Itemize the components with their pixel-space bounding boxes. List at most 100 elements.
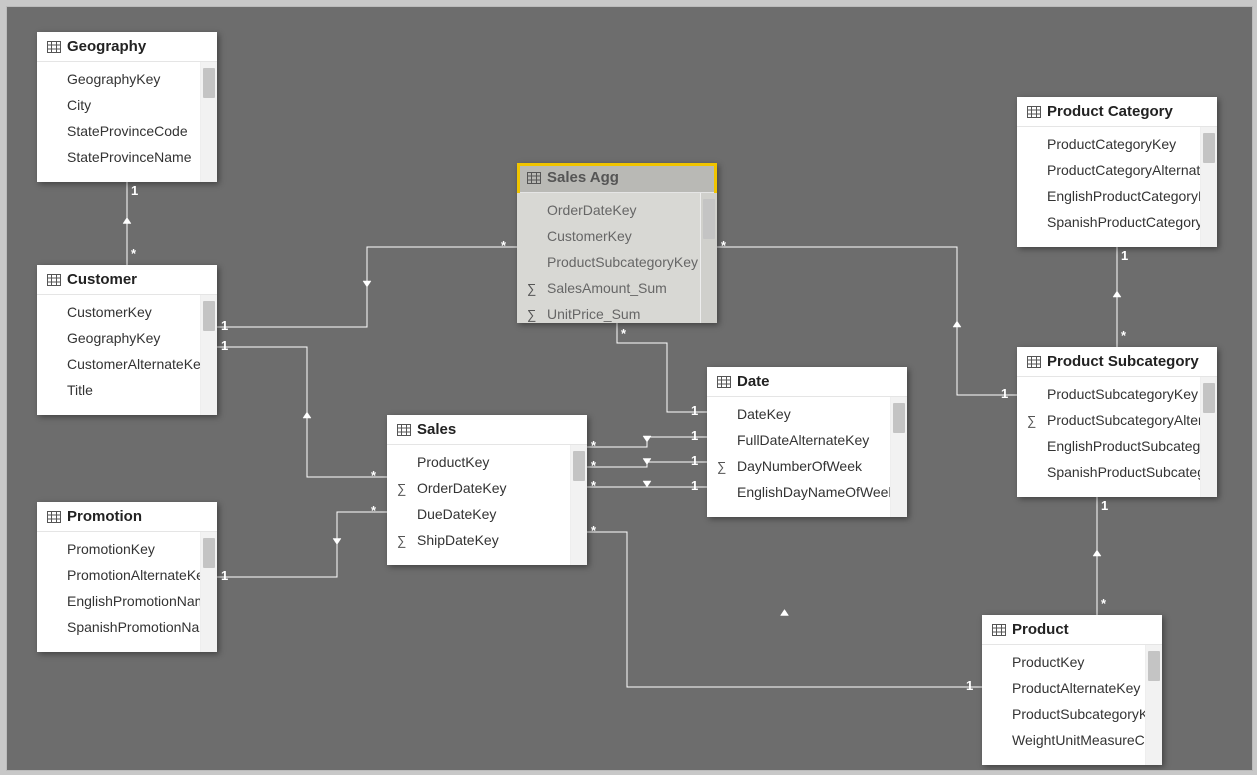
field-item[interactable]: ProductSubcategoryKey bbox=[982, 701, 1145, 727]
table-promotion[interactable]: Promotion PromotionKeyPromotionAlternateK… bbox=[37, 502, 217, 652]
field-item[interactable]: EnglishDayNameOfWeek bbox=[707, 479, 890, 505]
cardinality-label: 1 bbox=[691, 428, 698, 443]
field-item[interactable]: ProductKey bbox=[982, 649, 1145, 675]
scrollbar-thumb[interactable] bbox=[1203, 133, 1215, 163]
table-header[interactable]: Promotion bbox=[37, 502, 217, 532]
table-productSubcategory[interactable]: Product Subcategory ProductSubcategoryKey… bbox=[1017, 347, 1217, 497]
field-item[interactable]: GeographyKey bbox=[37, 66, 200, 92]
scrollbar-thumb[interactable] bbox=[203, 68, 215, 98]
field-item[interactable]: FullDateAlternateKey bbox=[707, 427, 890, 453]
field-label: ProductSubcategoryKey bbox=[547, 254, 698, 270]
scrollbar-thumb[interactable] bbox=[1148, 651, 1160, 681]
sigma-icon: ∑ bbox=[717, 459, 726, 474]
field-item[interactable]: ∑UnitPrice_Sum bbox=[517, 301, 700, 323]
field-label: ProductAlternateKey bbox=[1012, 680, 1140, 696]
table-title: Promotion bbox=[67, 508, 142, 525]
cardinality-label: 1 bbox=[131, 183, 138, 198]
field-item[interactable]: City bbox=[37, 92, 200, 118]
cardinality-label: * bbox=[371, 503, 376, 518]
scrollbar-thumb[interactable] bbox=[203, 301, 215, 331]
scrollbar-thumb[interactable] bbox=[573, 451, 585, 481]
field-item[interactable]: ∑ProductSubcategoryAlternateKey bbox=[1017, 407, 1200, 433]
cardinality-label: * bbox=[1101, 596, 1106, 611]
scrollbar[interactable] bbox=[700, 193, 717, 323]
field-item[interactable]: SpanishProductCategoryName bbox=[1017, 209, 1200, 235]
table-date[interactable]: Date DateKeyFullDateAlternateKey∑DayNumbe… bbox=[707, 367, 907, 517]
field-item[interactable]: ProductSubcategoryKey bbox=[1017, 381, 1200, 407]
table-header[interactable]: Product bbox=[982, 615, 1162, 645]
field-item[interactable]: ProductSubcategoryKey bbox=[517, 249, 700, 275]
cardinality-label: * bbox=[591, 438, 596, 453]
field-item[interactable]: EnglishProductCategoryName bbox=[1017, 183, 1200, 209]
field-item[interactable]: WeightUnitMeasureCode bbox=[982, 727, 1145, 753]
table-header[interactable]: Sales bbox=[387, 415, 587, 445]
field-item[interactable]: EnglishPromotionName bbox=[37, 588, 200, 614]
field-item[interactable]: SpanishProductSubcategoryName bbox=[1017, 459, 1200, 485]
table-icon bbox=[47, 41, 61, 53]
field-item[interactable]: ProductCategoryAlternateKey bbox=[1017, 157, 1200, 183]
cardinality-label: 1 bbox=[691, 403, 698, 418]
field-item[interactable]: ∑OrderDateKey bbox=[387, 475, 570, 501]
field-list: OrderDateKeyCustomerKey ProductSubcategor… bbox=[517, 193, 700, 323]
field-item[interactable]: ProductAlternateKey bbox=[982, 675, 1145, 701]
table-title: Customer bbox=[67, 271, 137, 288]
table-salesAgg[interactable]: Sales Agg OrderDateKeyCustomerKey ProductS… bbox=[517, 163, 717, 323]
field-item[interactable]: ProductKey bbox=[387, 449, 570, 475]
field-list: ProductKey ∑OrderDateKeyDueDateKey∑ShipDa… bbox=[387, 445, 570, 565]
scrollbar-thumb[interactable] bbox=[1203, 383, 1215, 413]
field-item[interactable]: StateProvinceCode bbox=[37, 118, 200, 144]
table-header[interactable]: Date bbox=[707, 367, 907, 397]
cardinality-label: 1 bbox=[691, 478, 698, 493]
scrollbar[interactable] bbox=[890, 397, 907, 517]
field-item[interactable]: StateProvinceName bbox=[37, 144, 200, 170]
scrollbar[interactable] bbox=[1200, 377, 1217, 497]
scrollbar[interactable] bbox=[1145, 645, 1162, 765]
field-item[interactable]: ∑ShipDateKey bbox=[387, 527, 570, 553]
table-header[interactable]: Customer bbox=[37, 265, 217, 295]
table-title: Sales bbox=[417, 421, 456, 438]
field-item[interactable]: CustomerAlternateKey bbox=[37, 351, 200, 377]
scrollbar-thumb[interactable] bbox=[893, 403, 905, 433]
field-item[interactable]: ∑DayNumberOfWeek bbox=[707, 453, 890, 479]
table-customer[interactable]: Customer CustomerKeyGeographyKeyCustomerA… bbox=[37, 265, 217, 415]
table-icon bbox=[1027, 106, 1041, 118]
field-item[interactable]: OrderDateKey bbox=[517, 197, 700, 223]
scrollbar[interactable] bbox=[200, 295, 217, 415]
field-label: EnglishDayNameOfWeek bbox=[737, 484, 890, 500]
scrollbar[interactable] bbox=[200, 532, 217, 652]
field-item[interactable]: DateKey bbox=[707, 401, 890, 427]
field-item[interactable]: CustomerKey bbox=[37, 299, 200, 325]
table-header[interactable]: Sales Agg bbox=[517, 163, 717, 193]
field-label: EnglishPromotionName bbox=[67, 593, 200, 609]
table-header[interactable]: Geography bbox=[37, 32, 217, 62]
field-label: WeightUnitMeasureCode bbox=[1012, 732, 1145, 748]
field-label: SpanishProductCategoryName bbox=[1047, 214, 1200, 230]
field-item[interactable]: PromotionAlternateKey bbox=[37, 562, 200, 588]
scrollbar[interactable] bbox=[570, 445, 587, 565]
table-header[interactable]: Product Category bbox=[1017, 97, 1217, 127]
table-geography[interactable]: Geography GeographyKeyCityStateProvinceCo… bbox=[37, 32, 217, 182]
sigma-icon: ∑ bbox=[397, 533, 406, 548]
field-item[interactable]: CustomerKey bbox=[517, 223, 700, 249]
field-item[interactable]: EnglishProductSubcategoryName bbox=[1017, 433, 1200, 459]
table-icon bbox=[47, 274, 61, 286]
scrollbar[interactable] bbox=[200, 62, 217, 182]
field-item[interactable]: GeographyKey bbox=[37, 325, 200, 351]
scrollbar-thumb[interactable] bbox=[703, 199, 715, 239]
table-product[interactable]: Product ProductKey ProductAlternateKey Prod… bbox=[982, 615, 1162, 765]
field-item[interactable]: PromotionKey bbox=[37, 536, 200, 562]
field-label: ProductCategoryAlternateKey bbox=[1047, 162, 1200, 178]
sigma-icon: ∑ bbox=[1027, 413, 1036, 428]
scrollbar-thumb[interactable] bbox=[203, 538, 215, 568]
field-item[interactable]: DueDateKey bbox=[387, 501, 570, 527]
table-header[interactable]: Product Subcategory bbox=[1017, 347, 1217, 377]
field-item[interactable]: ∑SalesAmount_Sum bbox=[517, 275, 700, 301]
scrollbar[interactable] bbox=[1200, 127, 1217, 247]
field-item[interactable]: Title bbox=[37, 377, 200, 403]
field-item[interactable]: ProductCategoryKey bbox=[1017, 131, 1200, 157]
table-productCategory[interactable]: Product Category ProductCategoryKey Produc… bbox=[1017, 97, 1217, 247]
table-sales[interactable]: Sales ProductKey ∑OrderDateKeyDueDateKey∑S… bbox=[387, 415, 587, 565]
field-label: ProductKey bbox=[417, 454, 489, 470]
model-canvas[interactable]: GeographyGeographyKeyCityStateProvinceCo… bbox=[6, 6, 1253, 771]
field-item[interactable]: SpanishPromotionName bbox=[37, 614, 200, 640]
